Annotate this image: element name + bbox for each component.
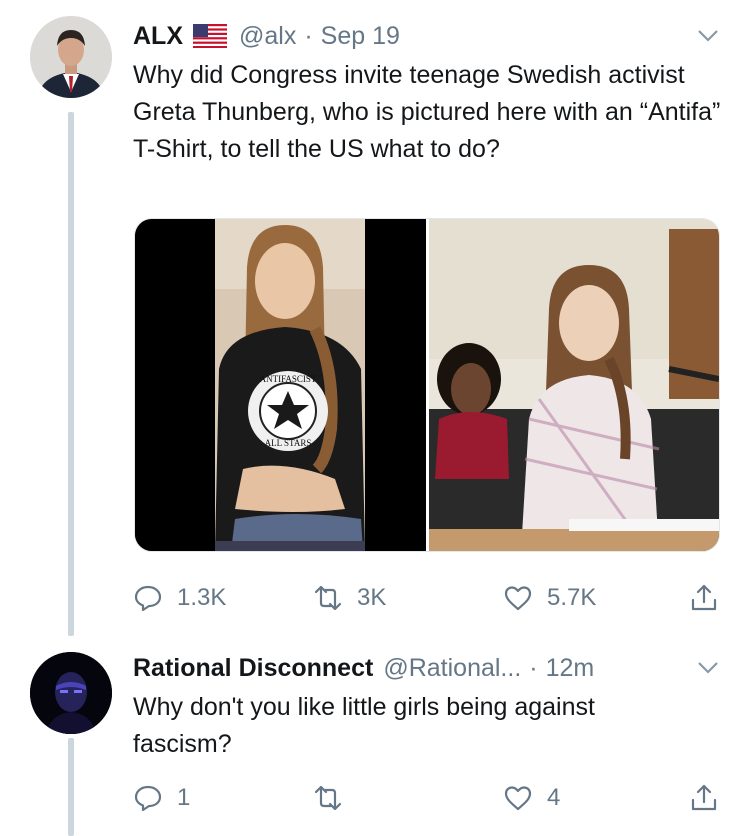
tweet-text: Why did Congress invite teenage Swedish … (133, 61, 721, 163)
like-icon (504, 586, 532, 611)
display-name[interactable]: ALX (133, 22, 183, 51)
tweet-header: Rational Disconnect @Rational... · 12m (133, 651, 594, 685)
share-icon (691, 584, 717, 611)
share-button[interactable] (689, 580, 719, 616)
chevron-down-icon[interactable] (697, 661, 719, 675)
handle[interactable]: @Rational... (383, 654, 521, 683)
tweet-text: Why don't you like little girls being ag… (133, 693, 595, 758)
reply-count: 1 (177, 784, 191, 811)
thread-line-top (68, 112, 74, 636)
like-count: 4 (547, 784, 561, 811)
display-name[interactable]: Rational Disconnect (133, 654, 373, 683)
share-icon (691, 784, 717, 811)
share-button[interactable] (689, 780, 719, 816)
retweet-icon (314, 585, 342, 611)
photo-left[interactable]: ANTIFASCIST ALL STARS (135, 219, 429, 551)
like-button[interactable]: 4 (503, 780, 560, 816)
retweet-button[interactable] (313, 780, 357, 816)
timestamp[interactable]: 12m (546, 654, 595, 683)
retweet-count: 3K (357, 584, 387, 611)
reply-count: 1.3K (177, 584, 227, 611)
separator-dot: · (304, 21, 313, 50)
separator-dot: · (529, 653, 538, 682)
tweet-actions: 1.3K 3K 5.7K (133, 580, 723, 616)
media-grid[interactable]: ANTIFASCIST ALL STARS (134, 218, 720, 552)
like-icon (504, 786, 532, 811)
tweet-header: ALX @alx · Sep 19 (133, 19, 400, 53)
avatar-rational-disconnect[interactable] (30, 652, 112, 734)
reply-icon (134, 585, 162, 612)
chevron-down-icon[interactable] (697, 29, 719, 43)
reply-button[interactable]: 1 (133, 780, 190, 816)
handle[interactable]: @alx (239, 22, 296, 51)
shirt-text-top: ANTIFASCIST (260, 374, 317, 384)
avatar-alx[interactable] (30, 16, 112, 98)
photo-right[interactable] (429, 219, 719, 551)
reply-button[interactable]: 1.3K (133, 580, 226, 616)
flag-us-icon (192, 23, 228, 49)
retweet-icon (314, 785, 342, 811)
reply-icon (134, 785, 162, 812)
tweet-actions: 1 4 (133, 780, 723, 816)
shirt-text-bottom: ALL STARS (265, 438, 312, 448)
timestamp[interactable]: Sep 19 (321, 22, 400, 51)
like-count: 5.7K (547, 584, 597, 611)
retweet-button[interactable]: 3K (313, 580, 386, 616)
like-button[interactable]: 5.7K (503, 580, 596, 616)
thread-line-bottom (68, 738, 74, 836)
